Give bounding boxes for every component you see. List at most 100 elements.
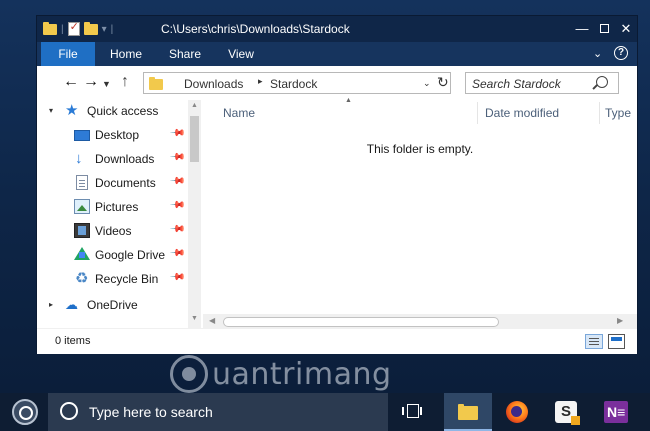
videos-icon	[74, 223, 90, 238]
minimize-button[interactable]: —	[571, 16, 593, 42]
watermark-logo-icon	[170, 355, 208, 393]
nav-item-documents[interactable]: Documents 📌	[37, 172, 187, 194]
expand-chevron-icon[interactable]: ▸	[49, 300, 53, 309]
toolbar-separator: |	[61, 23, 64, 35]
address-row: ← → ▼ ↑ Downloads ▸ Stardock ⌄ ↻ Search …	[37, 66, 637, 100]
taskbar-onenote[interactable]: N≡	[592, 393, 640, 431]
nav-item-label: Quick access	[87, 104, 159, 118]
onedrive-icon: ☁	[65, 297, 78, 312]
window-title: C:\Users\chris\Downloads\Stardock	[161, 22, 350, 36]
address-bar[interactable]: Downloads ▸ Stardock ⌄ ↻	[143, 72, 451, 94]
taskbar-slack[interactable]: S	[542, 393, 590, 431]
file-explorer-icon	[458, 404, 478, 420]
file-explorer-window: | ▾ | C:\Users\chris\Downloads\Stardock …	[36, 15, 638, 354]
nav-item-quick-access[interactable]: ▾ ★ Quick access	[37, 100, 187, 122]
quick-access-toolbar: | ▾ |	[43, 20, 113, 38]
folder-icon[interactable]	[43, 21, 57, 35]
desktop-icon	[74, 130, 90, 141]
cortana-icon	[60, 402, 78, 420]
close-button[interactable]: ✕	[615, 16, 637, 42]
onenote-icon: N≡	[604, 401, 628, 423]
nav-item-label: Pictures	[95, 200, 139, 214]
forward-button[interactable]: →	[83, 73, 99, 91]
nav-item-downloads[interactable]: ↓ Downloads 📌	[37, 148, 187, 170]
nav-item-google-drive[interactable]: Google Drive 📌	[37, 244, 187, 266]
nav-item-onedrive[interactable]: ▸ ☁ OneDrive	[37, 294, 187, 316]
breadcrumb-downloads[interactable]: Downloads	[184, 77, 243, 91]
sort-arrow-icon: ▲	[345, 97, 352, 104]
toolbar-separator: |	[110, 23, 114, 35]
search-input[interactable]: Search Stardock	[472, 77, 561, 91]
taskbar-file-explorer[interactable]	[444, 393, 492, 431]
pictures-icon	[74, 199, 90, 214]
nav-item-label: Recycle Bin	[95, 272, 159, 286]
recycle-bin-icon: ♻	[75, 270, 89, 287]
scroll-down-icon[interactable]: ▼	[191, 315, 198, 322]
properties-icon[interactable]	[67, 20, 80, 36]
pin-icon: 📌	[168, 173, 186, 190]
column-divider[interactable]	[477, 102, 478, 124]
downloads-icon: ↓	[75, 150, 83, 167]
column-header-type[interactable]: Type	[605, 100, 631, 126]
navigation-scrollbar[interactable]: ▲ ▼	[188, 100, 201, 328]
maximize-button[interactable]	[593, 16, 615, 42]
scroll-up-icon[interactable]: ▲	[191, 102, 198, 109]
taskbar-search-input[interactable]: Type here to search	[89, 404, 213, 420]
onenote-glyph: N≡	[607, 404, 626, 420]
pin-icon: 📌	[168, 149, 186, 166]
new-folder-icon[interactable]	[83, 21, 98, 35]
help-icon[interactable]: ?	[614, 46, 628, 60]
item-count: 0 items	[55, 335, 91, 347]
google-drive-icon	[74, 247, 90, 260]
details-view-icon[interactable]	[585, 334, 603, 349]
address-history-dropdown[interactable]: ⌄	[423, 78, 431, 89]
file-list-pane: ▲ Name Date modified Type This folder is…	[203, 97, 637, 328]
tab-share[interactable]: Share	[157, 42, 213, 66]
tab-view[interactable]: View	[217, 42, 265, 66]
breadcrumb-separator-icon[interactable]: ▸	[258, 76, 263, 87]
firefox-icon	[506, 401, 528, 423]
customize-toolbar-dropdown[interactable]: ▾	[102, 24, 107, 35]
watermark: uantrimang	[170, 350, 392, 398]
large-icons-view-icon[interactable]	[608, 334, 625, 349]
ribbon-tabs: File Home Share View ⌄ ?	[37, 42, 637, 66]
back-button[interactable]: ←	[63, 73, 79, 91]
maximize-icon	[599, 24, 609, 33]
start-button[interactable]	[12, 399, 38, 425]
taskbar: Type here to search S N≡	[0, 393, 650, 431]
slack-glyph: S	[561, 403, 572, 420]
star-icon: ★	[65, 102, 79, 119]
expand-ribbon-chevron-icon[interactable]: ⌄	[593, 47, 602, 60]
pin-icon: 📌	[168, 197, 186, 214]
nav-item-label: Google Drive	[95, 248, 166, 262]
column-divider[interactable]	[599, 102, 600, 124]
pin-icon: 📌	[168, 245, 186, 262]
column-header-name[interactable]: Name	[223, 100, 255, 126]
scroll-right-icon[interactable]: ▶	[617, 316, 623, 325]
folder-icon	[149, 77, 163, 90]
up-button[interactable]: ↑	[121, 73, 129, 91]
scrollbar-thumb[interactable]	[223, 317, 499, 327]
search-box[interactable]: Search Stardock	[465, 72, 619, 94]
recent-locations-dropdown[interactable]: ▼	[102, 79, 111, 89]
navigation-pane: ▾ ★ Quick access Desktop 📌 ↓ Downloads 📌…	[37, 100, 203, 328]
task-view-icon[interactable]	[402, 404, 422, 418]
nav-item-pictures[interactable]: Pictures 📌	[37, 196, 187, 218]
tab-home[interactable]: Home	[99, 42, 153, 66]
watermark-text: uantrimang	[212, 356, 392, 392]
nav-item-label: Documents	[95, 176, 156, 190]
horizontal-scrollbar[interactable]: ◀ ▶	[203, 314, 637, 328]
taskbar-firefox[interactable]	[493, 393, 541, 431]
breadcrumb-stardock[interactable]: Stardock	[270, 77, 317, 91]
nav-item-desktop[interactable]: Desktop 📌	[37, 124, 187, 146]
tab-file[interactable]: File	[41, 42, 95, 66]
nav-item-videos[interactable]: Videos 📌	[37, 220, 187, 242]
collapse-chevron-icon[interactable]: ▾	[49, 106, 53, 115]
pin-icon: 📌	[168, 221, 186, 238]
scroll-left-icon[interactable]: ◀	[209, 316, 215, 325]
column-header-date-modified[interactable]: Date modified	[485, 100, 559, 126]
refresh-icon[interactable]: ↻	[437, 74, 449, 91]
nav-item-recycle-bin[interactable]: ♻ Recycle Bin 📌	[37, 268, 187, 290]
scrollbar-thumb[interactable]	[190, 116, 199, 162]
taskbar-search-box[interactable]: Type here to search	[48, 393, 388, 431]
